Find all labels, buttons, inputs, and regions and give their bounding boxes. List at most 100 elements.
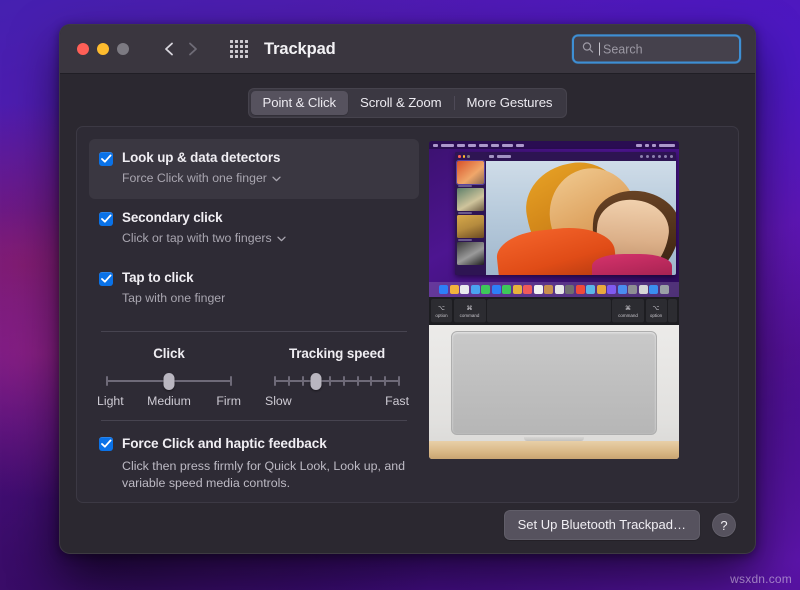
option-row-tap-to-click[interactable]: Tap to click Tap with one finger [89, 259, 419, 319]
key-option-left: ⌥ option [431, 299, 452, 323]
macos-dock [429, 282, 679, 297]
dock-icon-messages [481, 285, 490, 294]
back-arrow-icon[interactable] [162, 40, 176, 58]
dock-icon-tv [597, 285, 606, 294]
zoom-button[interactable] [117, 43, 129, 55]
photo-thumbnail [457, 242, 484, 265]
help-button[interactable]: ? [712, 513, 736, 537]
tab-more-gestures[interactable]: More Gestures [455, 91, 565, 115]
slider-knob-tracking-speed[interactable] [311, 373, 322, 390]
photo-of-two-women [486, 161, 676, 275]
show-all-preferences-icon[interactable] [230, 40, 248, 58]
option-subtitle-dropdown[interactable]: Force Click with one finger [122, 171, 281, 187]
slider-tick [357, 376, 359, 386]
key-label: option [650, 313, 662, 318]
checkbox-secondary-click[interactable] [99, 212, 113, 226]
slider-block-tracking-speed: Tracking speed [263, 346, 411, 408]
option-subtitle-dropdown[interactable]: Click or tap with two fingers [122, 231, 286, 247]
search-input[interactable]: Search [572, 35, 741, 64]
minimize-button[interactable] [97, 43, 109, 55]
search-field-wrapper: Search [572, 35, 741, 64]
macbook-trackpad-illustration: ⌥ option ⌘ command ⌘ command [429, 141, 679, 459]
slider-tick [370, 376, 372, 386]
info-icon [658, 155, 661, 158]
slider-label-max: Firm [193, 394, 241, 408]
key-command-left: ⌘ command [454, 299, 486, 323]
dock-icon-safari [471, 285, 480, 294]
menubar-item [516, 144, 524, 147]
window-titlebar: Trackpad Search [60, 25, 755, 74]
slider-track-click[interactable] [107, 373, 231, 389]
search-placeholder: Search [603, 42, 643, 56]
forward-arrow-icon[interactable] [186, 40, 200, 58]
key-glyph: ⌘ [467, 305, 473, 312]
option-row-look-up[interactable]: Look up & data detectors Force Click wit… [89, 139, 419, 199]
key-spacebar [487, 299, 611, 323]
dock-icon-facetime [502, 285, 511, 294]
tab-scroll-and-zoom[interactable]: Scroll & Zoom [348, 91, 454, 115]
option-title: Look up & data detectors [122, 150, 280, 165]
photo-title [497, 155, 511, 158]
slider-tick [384, 376, 386, 386]
menubar-status-items [636, 144, 675, 147]
key-label: command [460, 313, 480, 318]
dock-icon-finder [439, 285, 448, 294]
dock-icon [450, 285, 459, 294]
checkbox-look-up[interactable] [99, 152, 113, 166]
option-row-force-click[interactable]: Force Click and haptic feedback Click th… [89, 421, 419, 491]
dock-icon-trash [660, 285, 669, 294]
dock-icon [460, 285, 469, 294]
slider-label-min: Slow [265, 394, 292, 408]
page-title: Trackpad [264, 40, 336, 59]
wifi-icon [645, 144, 649, 147]
dock-icon-reminders [523, 285, 532, 294]
wooden-desk [429, 441, 679, 459]
checkbox-force-click[interactable] [99, 437, 113, 451]
menubar-item [479, 144, 488, 147]
window-body: Point & Click Scroll & Zoom More Gesture… [60, 74, 755, 554]
set-up-bluetooth-trackpad-button[interactable]: Set Up Bluetooth Trackpad… [504, 510, 700, 540]
panel-content: Look up & data detectors Force Click wit… [77, 127, 738, 502]
search-icon [582, 40, 594, 58]
photos-main-area [486, 152, 676, 275]
navigation-arrows [162, 40, 200, 58]
dock-icon-mail [492, 285, 501, 294]
dock-icon-settings [628, 285, 637, 294]
clock [659, 144, 675, 147]
option-row-secondary-click[interactable]: Secondary click Click or tap with two fi… [89, 199, 419, 259]
toolbar-actions [640, 155, 673, 158]
slider-track-line [275, 380, 399, 382]
edit-icon [670, 155, 673, 158]
apple-menu-icon [433, 144, 438, 147]
macbook-keyboard-row: ⌥ option ⌘ command ⌘ command [429, 297, 679, 325]
slider-track-tracking-speed[interactable] [275, 373, 399, 389]
chevron-down-icon[interactable] [272, 171, 281, 187]
chevron-down-icon[interactable] [277, 231, 286, 247]
dock-icon [649, 285, 658, 294]
slider-labels-click: Light Medium Firm [95, 394, 243, 408]
menubar-item [441, 144, 454, 147]
menubar-item [502, 144, 513, 147]
option-title: Tap to click [122, 270, 193, 285]
slider-title-tracking-speed: Tracking speed [263, 346, 411, 361]
key-option-right: ⌥ option [646, 299, 667, 323]
force-click-description: Click then press firmly for Quick Look, … [122, 458, 411, 491]
slider-knob-click[interactable] [164, 373, 175, 390]
photo-thumbnail [457, 215, 484, 238]
photos-app-window [455, 152, 676, 275]
slider-tick [329, 376, 331, 386]
option-text-tap-to-click: Tap to click Tap with one finger [122, 268, 225, 309]
option-text-secondary-click: Secondary click Click or tap with two fi… [122, 208, 286, 249]
preferences-panel: Look up & data detectors Force Click wit… [76, 126, 739, 503]
text-caret [599, 43, 600, 56]
slider-labels-tracking-speed: Slow Fast [263, 394, 411, 408]
tab-point-and-click[interactable]: Point & Click [251, 91, 348, 115]
checkbox-tap-to-click[interactable] [99, 272, 113, 286]
dock-icon-notes [513, 285, 522, 294]
dock-icon [565, 285, 574, 294]
menubar-item [491, 144, 499, 147]
photos-sidebar [455, 152, 486, 275]
slider-tick [274, 376, 276, 386]
close-button[interactable] [77, 43, 89, 55]
key-glyph: ⌥ [438, 305, 445, 312]
